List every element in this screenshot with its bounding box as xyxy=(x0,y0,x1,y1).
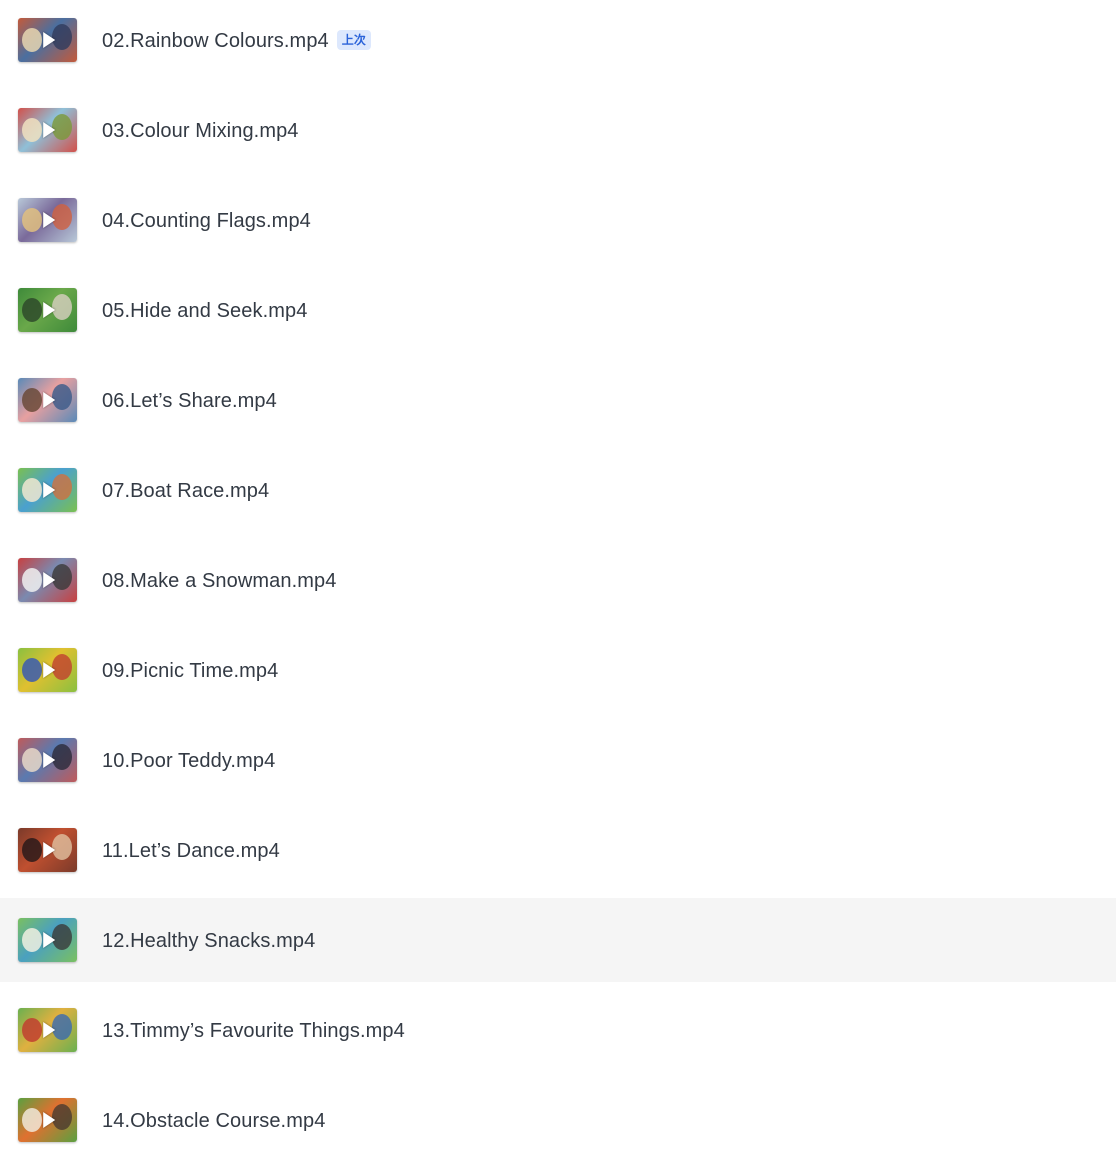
file-row[interactable]: 05.Hide and Seek.mp4 xyxy=(0,268,1116,352)
file-name-text: 07.Boat Race.mp4 xyxy=(102,480,270,502)
play-icon xyxy=(42,932,55,948)
thumbnail-detail xyxy=(22,658,42,682)
video-thumbnail[interactable] xyxy=(18,468,77,512)
file-row[interactable]: 06.Let’s Share.mp4 xyxy=(0,358,1116,442)
thumbnail-detail xyxy=(52,294,72,320)
file-name-text: 05.Hide and Seek.mp4 xyxy=(102,300,308,322)
file-row[interactable]: 03.Colour Mixing.mp4 xyxy=(0,88,1116,172)
thumbnail-detail xyxy=(52,384,72,410)
file-name-text: 10.Poor Teddy.mp4 xyxy=(102,750,276,772)
file-name[interactable]: 10.Poor Teddy.mp4 xyxy=(102,750,275,772)
thumbnail-detail xyxy=(52,474,72,500)
file-row[interactable]: 13.Timmy’s Favourite Things.mp4 xyxy=(0,988,1116,1072)
play-icon xyxy=(42,32,55,48)
video-thumbnail[interactable] xyxy=(18,918,77,962)
file-row[interactable]: 07.Boat Race.mp4 xyxy=(0,448,1116,532)
play-icon xyxy=(42,1022,55,1038)
video-thumbnail[interactable] xyxy=(18,198,77,242)
file-row[interactable]: 12.Healthy Snacks.mp4 xyxy=(0,898,1116,982)
file-name[interactable]: 06.Let’s Share.mp4 xyxy=(102,390,277,412)
file-name-text: 12.Healthy Snacks.mp4 xyxy=(102,930,316,952)
video-thumbnail[interactable] xyxy=(18,378,77,422)
thumbnail-detail xyxy=(52,834,72,860)
play-icon xyxy=(42,482,55,498)
file-name-text: 06.Let’s Share.mp4 xyxy=(102,390,277,412)
thumbnail-detail xyxy=(22,1108,42,1132)
thumbnail-detail xyxy=(22,928,42,952)
file-name[interactable]: 07.Boat Race.mp4 xyxy=(102,480,269,502)
thumbnail-detail xyxy=(22,478,42,502)
file-row[interactable]: 04.Counting Flags.mp4 xyxy=(0,178,1116,262)
play-icon xyxy=(42,572,55,588)
video-thumbnail[interactable] xyxy=(18,738,77,782)
thumbnail-detail xyxy=(52,654,72,680)
file-name-text: 02.Rainbow Colours.mp4 xyxy=(102,30,329,52)
video-thumbnail[interactable] xyxy=(18,1008,77,1052)
video-thumbnail[interactable] xyxy=(18,18,77,62)
file-name[interactable]: 04.Counting Flags.mp4 xyxy=(102,210,311,232)
file-name[interactable]: 12.Healthy Snacks.mp4 xyxy=(102,930,315,952)
file-row[interactable]: 10.Poor Teddy.mp4 xyxy=(0,718,1116,802)
thumbnail-detail xyxy=(52,1014,72,1040)
play-icon xyxy=(42,392,55,408)
thumbnail-detail xyxy=(22,748,42,772)
file-name[interactable]: 02.Rainbow Colours.mp4 上次 xyxy=(102,30,371,52)
thumbnail-detail xyxy=(22,568,42,592)
file-row[interactable]: 08.Make a Snowman.mp4 xyxy=(0,538,1116,622)
file-name[interactable]: 08.Make a Snowman.mp4 xyxy=(102,570,336,592)
file-name-text: 08.Make a Snowman.mp4 xyxy=(102,570,337,592)
thumbnail-detail xyxy=(22,28,42,52)
play-icon xyxy=(42,212,55,228)
thumbnail-detail xyxy=(52,24,72,50)
file-name-text: 04.Counting Flags.mp4 xyxy=(102,210,311,232)
last-viewed-badge: 上次 xyxy=(336,30,371,50)
thumbnail-detail xyxy=(22,208,42,232)
thumbnail-detail xyxy=(22,118,42,142)
thumbnail-detail xyxy=(52,1104,72,1130)
play-icon xyxy=(42,842,55,858)
file-name-text: 13.Timmy’s Favourite Things.mp4 xyxy=(102,1020,405,1042)
file-name[interactable]: 03.Colour Mixing.mp4 xyxy=(102,120,299,142)
file-row[interactable]: 02.Rainbow Colours.mp4 上次 xyxy=(0,0,1116,82)
file-name[interactable]: 05.Hide and Seek.mp4 xyxy=(102,300,307,322)
file-row[interactable]: 09.Picnic Time.mp4 xyxy=(0,628,1116,712)
play-icon xyxy=(42,1112,55,1128)
thumbnail-detail xyxy=(52,204,72,230)
file-name[interactable]: 11.Let’s Dance.mp4 xyxy=(102,840,280,862)
file-name-text: 03.Colour Mixing.mp4 xyxy=(102,120,299,142)
play-icon xyxy=(42,662,55,678)
video-thumbnail[interactable] xyxy=(18,558,77,602)
thumbnail-detail xyxy=(22,388,42,412)
thumbnail-detail xyxy=(22,298,42,322)
file-row[interactable]: 14.Obstacle Course.mp4 xyxy=(0,1078,1116,1162)
file-name-text: 09.Picnic Time.mp4 xyxy=(102,660,279,682)
play-icon xyxy=(42,122,55,138)
video-thumbnail[interactable] xyxy=(18,648,77,692)
file-name-text: 11.Let’s Dance.mp4 xyxy=(102,840,280,862)
video-thumbnail[interactable] xyxy=(18,828,77,872)
video-file-list: 02.Rainbow Colours.mp4 上次 03.Colour Mixing… xyxy=(0,0,1116,1173)
thumbnail-detail xyxy=(52,924,72,950)
thumbnail-detail xyxy=(22,838,42,862)
thumbnail-detail xyxy=(52,564,72,590)
thumbnail-detail xyxy=(52,114,72,140)
play-icon xyxy=(42,302,55,318)
video-thumbnail[interactable] xyxy=(18,1098,77,1142)
file-name[interactable]: 09.Picnic Time.mp4 xyxy=(102,660,278,682)
video-thumbnail[interactable] xyxy=(18,288,77,332)
file-name[interactable]: 14.Obstacle Course.mp4 xyxy=(102,1110,325,1132)
video-thumbnail[interactable] xyxy=(18,108,77,152)
play-icon xyxy=(42,752,55,768)
file-row[interactable]: 11.Let’s Dance.mp4 xyxy=(0,808,1116,892)
file-name-text: 14.Obstacle Course.mp4 xyxy=(102,1110,326,1132)
thumbnail-detail xyxy=(52,744,72,770)
thumbnail-detail xyxy=(22,1018,42,1042)
file-name[interactable]: 13.Timmy’s Favourite Things.mp4 xyxy=(102,1020,405,1042)
